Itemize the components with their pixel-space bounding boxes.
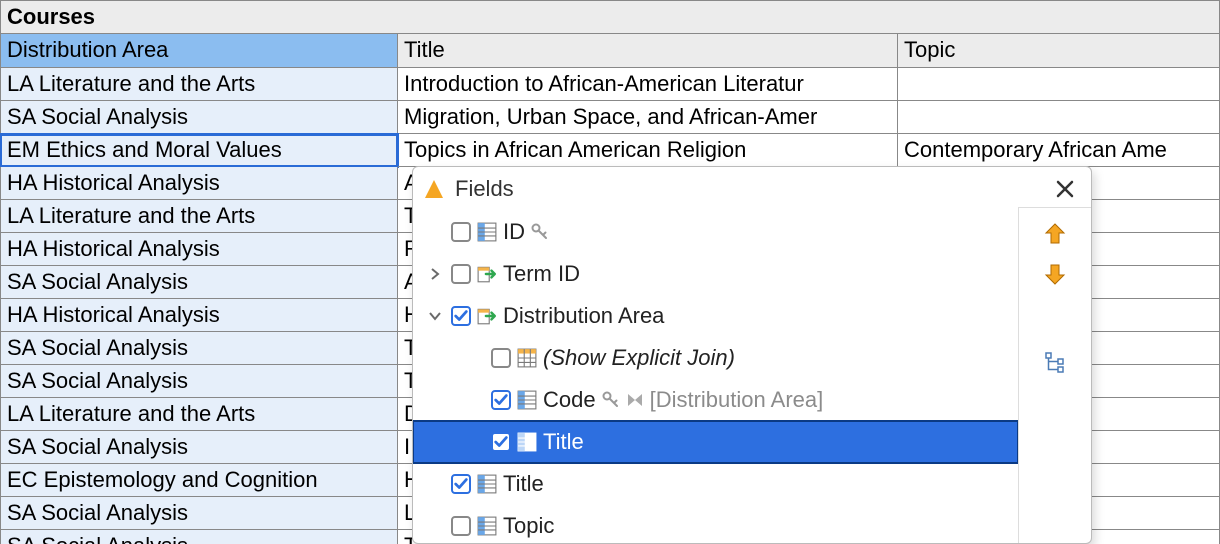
cell-distribution-area[interactable]: SA Social Analysis xyxy=(0,266,398,299)
app-icon xyxy=(423,178,445,200)
close-button[interactable] xyxy=(1049,179,1081,199)
field-item[interactable]: Code [Distribution Area] xyxy=(413,379,1018,421)
cell-distribution-area[interactable]: EM Ethics and Moral Values xyxy=(0,134,398,167)
column-icon xyxy=(517,432,537,452)
table-row[interactable]: SA Social AnalysisMigration, Urban Space… xyxy=(0,101,1220,134)
close-icon xyxy=(1055,179,1075,199)
table-header-row: Distribution Area Title Topic xyxy=(0,34,1220,68)
cell-distribution-area[interactable]: HA Historical Analysis xyxy=(0,233,398,266)
check-icon xyxy=(453,308,469,324)
table-row[interactable]: LA Literature and the ArtsIntroduction t… xyxy=(0,68,1220,101)
cell-distribution-area[interactable]: SA Social Analysis xyxy=(0,497,398,530)
move-up-button[interactable] xyxy=(1039,218,1071,250)
cell-distribution-area[interactable]: LA Literature and the Arts xyxy=(0,398,398,431)
field-item[interactable]: Term ID xyxy=(413,253,1018,295)
field-checkbox[interactable] xyxy=(491,348,511,368)
key-icon xyxy=(531,223,549,241)
chevron-right-icon[interactable] xyxy=(429,268,445,280)
cell-distribution-area[interactable]: SA Social Analysis xyxy=(0,530,398,544)
table-row[interactable]: EM Ethics and Moral ValuesTopics in Afri… xyxy=(0,134,1220,167)
foreign-key-icon xyxy=(477,306,497,326)
field-label: Distribution Area xyxy=(503,303,664,329)
column-icon xyxy=(477,516,497,536)
foreign-key-icon xyxy=(477,264,497,284)
arrow-up-icon xyxy=(1042,221,1068,247)
cell-distribution-area[interactable]: HA Historical Analysis xyxy=(0,167,398,200)
cell-distribution-area[interactable]: SA Social Analysis xyxy=(0,431,398,464)
field-checkbox[interactable] xyxy=(451,474,471,494)
field-label: ID xyxy=(503,219,525,245)
column-icon xyxy=(477,474,497,494)
field-checkbox[interactable] xyxy=(491,432,511,452)
field-item[interactable]: ID xyxy=(413,211,1018,253)
fields-tree: ID Term ID Distribution Area (Show Expli… xyxy=(413,207,1019,543)
cell-distribution-area[interactable]: LA Literature and the Arts xyxy=(0,68,398,101)
cell-distribution-area[interactable]: SA Social Analysis xyxy=(0,365,398,398)
move-down-button[interactable] xyxy=(1039,258,1071,290)
fields-popup-title: Fields xyxy=(455,176,514,202)
cell-distribution-area[interactable]: SA Social Analysis xyxy=(0,101,398,134)
check-icon xyxy=(493,434,509,450)
fields-side-toolbar xyxy=(1019,207,1091,543)
field-label: Topic xyxy=(503,513,554,539)
field-label: Title xyxy=(503,471,544,497)
fields-popup: Fields ID Term ID Distribution Area (Sho… xyxy=(412,166,1092,544)
column-header-distribution-area[interactable]: Distribution Area xyxy=(0,34,398,68)
field-item[interactable]: (Show Explicit Join) xyxy=(413,337,1018,379)
check-icon xyxy=(493,392,509,408)
field-item[interactable]: Distribution Area xyxy=(413,295,1018,337)
field-label: (Show Explicit Join) xyxy=(543,345,735,371)
table-title: Courses xyxy=(0,0,1220,34)
cell-title[interactable]: Migration, Urban Space, and African-Amer xyxy=(398,101,898,134)
field-checkbox[interactable] xyxy=(491,390,511,410)
cell-topic[interactable] xyxy=(898,68,1220,101)
column-header-title[interactable]: Title xyxy=(398,34,898,68)
field-item[interactable]: Title xyxy=(413,421,1018,463)
field-checkbox[interactable] xyxy=(451,306,471,326)
tree-icon xyxy=(1044,351,1066,373)
field-checkbox[interactable] xyxy=(451,264,471,284)
cell-title[interactable]: Introduction to African-American Literat… xyxy=(398,68,898,101)
fields-popup-titlebar: Fields xyxy=(413,167,1091,207)
field-label: Code xyxy=(543,387,596,413)
cell-distribution-area[interactable]: SA Social Analysis xyxy=(0,332,398,365)
tree-structure-button[interactable] xyxy=(1039,346,1071,378)
column-icon xyxy=(477,222,497,242)
field-relation-label: [Distribution Area] xyxy=(650,387,824,413)
field-checkbox[interactable] xyxy=(451,516,471,536)
cell-distribution-area[interactable]: HA Historical Analysis xyxy=(0,299,398,332)
cell-topic[interactable]: Contemporary African Ame xyxy=(898,134,1220,167)
relation-icon xyxy=(626,391,644,409)
field-item[interactable]: Topic xyxy=(413,505,1018,543)
field-label: Title xyxy=(543,429,584,455)
column-icon xyxy=(517,390,537,410)
check-icon xyxy=(453,476,469,492)
chevron-down-icon[interactable] xyxy=(429,310,445,322)
field-checkbox[interactable] xyxy=(451,222,471,242)
cell-distribution-area[interactable]: LA Literature and the Arts xyxy=(0,200,398,233)
column-header-topic[interactable]: Topic xyxy=(898,34,1220,68)
arrow-down-icon xyxy=(1042,261,1068,287)
key-icon xyxy=(602,391,620,409)
table-icon xyxy=(517,348,537,368)
field-label: Term ID xyxy=(503,261,580,287)
cell-distribution-area[interactable]: EC Epistemology and Cognition xyxy=(0,464,398,497)
cell-topic[interactable] xyxy=(898,101,1220,134)
field-item[interactable]: Title xyxy=(413,463,1018,505)
cell-title[interactable]: Topics in African American Religion xyxy=(398,134,898,167)
